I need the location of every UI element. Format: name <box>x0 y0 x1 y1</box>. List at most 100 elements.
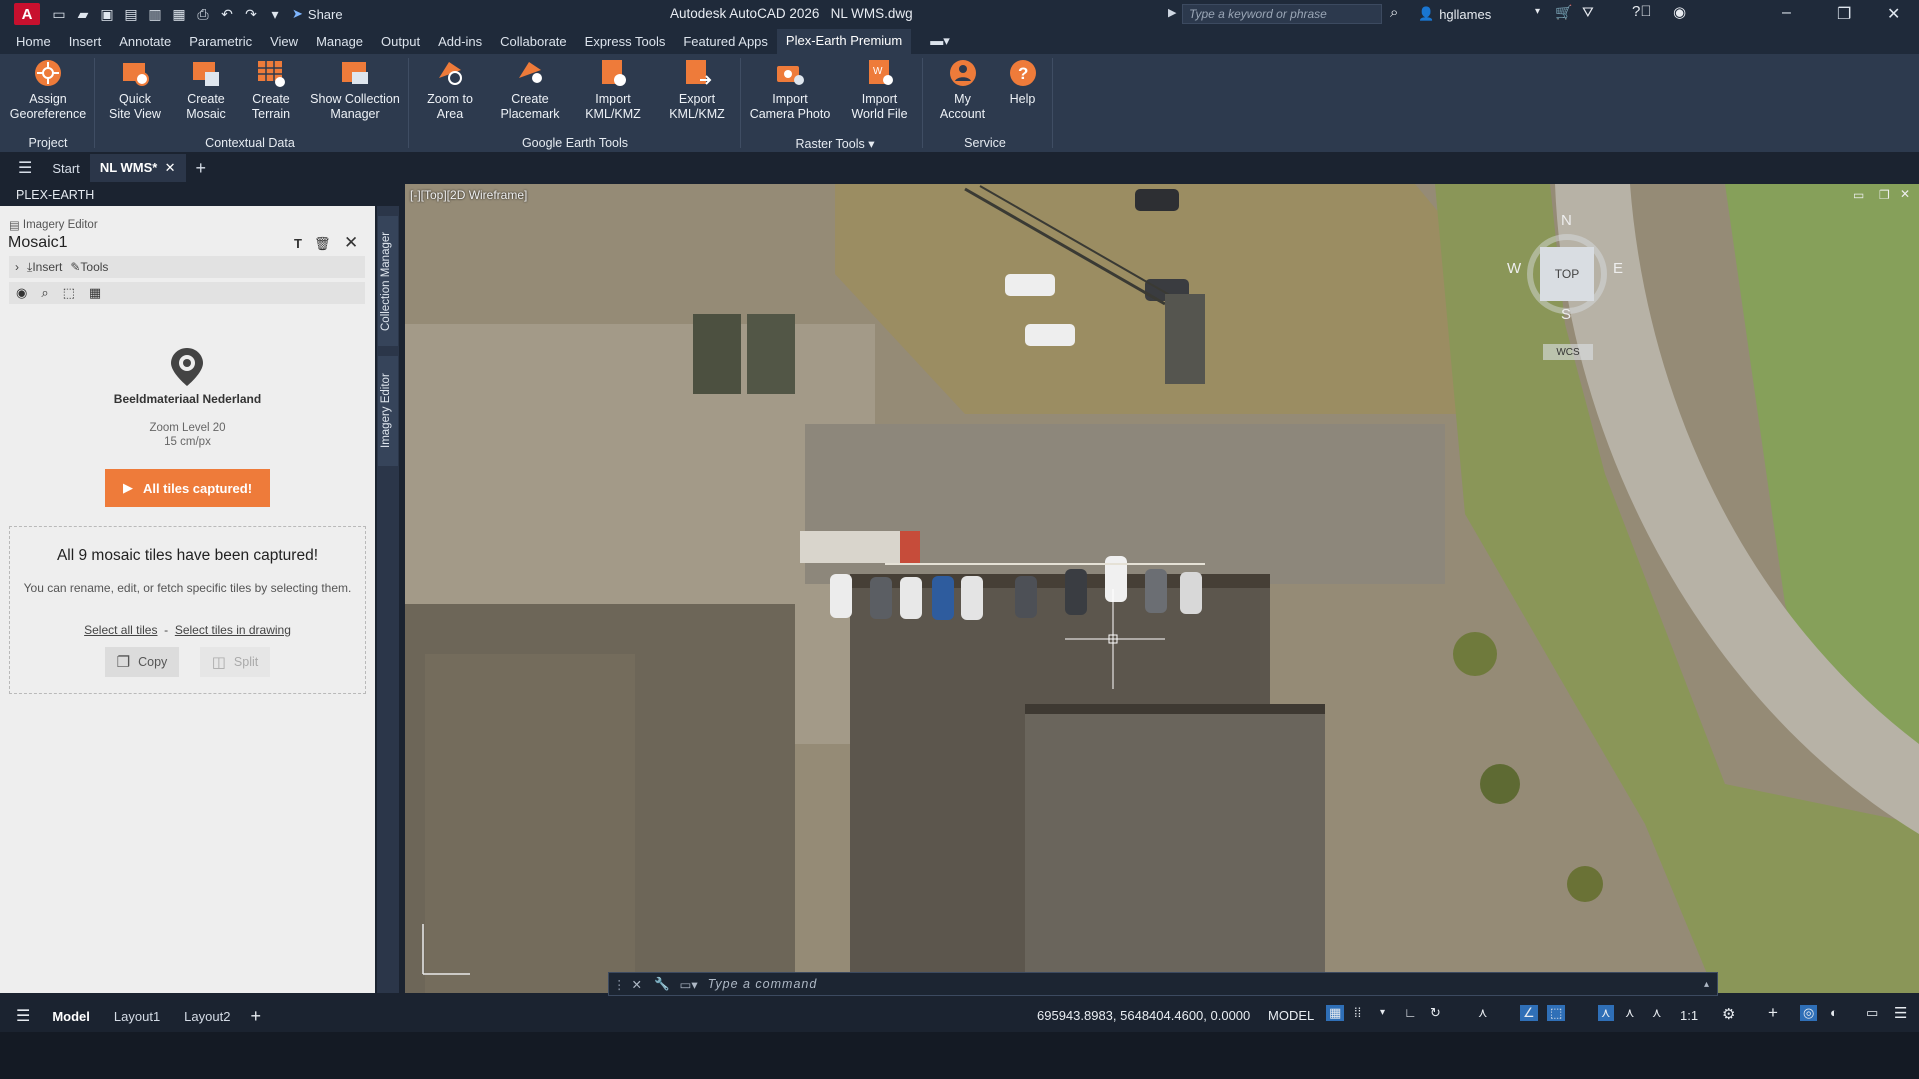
close-tab-icon[interactable]: ✕ <box>165 160 176 175</box>
new-icon[interactable]: ▭ <box>50 5 68 23</box>
tab-layout2[interactable]: Layout2 <box>184 1009 230 1024</box>
ortho-icon[interactable]: ∟ <box>1404 1005 1417 1020</box>
quick-site-view-button[interactable]: Quick Site View <box>100 58 170 122</box>
hamburger-menu-icon[interactable]: ☰ <box>16 1006 30 1026</box>
restore-viewport-icon[interactable]: ❐ <box>1879 188 1890 202</box>
tab-collection-manager[interactable]: Collection Manager <box>378 216 398 346</box>
capture-status-button[interactable]: ▶ All tiles captured! <box>105 469 270 507</box>
search-icon[interactable]: ⌕ <box>1390 4 1398 21</box>
tab-featured-apps[interactable]: Featured Apps <box>674 30 777 53</box>
open-icon[interactable]: ▰ <box>74 5 92 23</box>
plot-icon[interactable]: ⎙ <box>194 5 212 23</box>
select-tiles-icon[interactable]: ⬚ <box>63 285 75 301</box>
tab-model[interactable]: Model <box>52 1009 90 1024</box>
tab-layout1[interactable]: Layout1 <box>114 1009 160 1024</box>
restore-icon[interactable]: ❐ <box>1837 4 1851 24</box>
wrench-icon[interactable]: 🔧 <box>654 977 670 992</box>
eye-icon[interactable]: ◉ <box>16 285 27 301</box>
tab-imagery-editor[interactable]: Imagery Editor <box>378 356 398 466</box>
show-collection-manager-button[interactable]: Show Collection Manager <box>305 58 405 122</box>
import-camera-photo-button[interactable]: Import Camera Photo <box>745 58 835 122</box>
tab-plex-earth-premium[interactable]: Plex-Earth Premium <box>776 28 912 54</box>
annotation-scale-icon[interactable]: ⋏ <box>1652 1005 1662 1021</box>
grid-icon[interactable]: ▦ <box>1326 1005 1345 1021</box>
import-kml-button[interactable]: Import KML/KMZ <box>578 58 648 122</box>
compass-north[interactable]: N <box>1561 212 1572 229</box>
redo-icon[interactable]: ↷ <box>242 5 260 23</box>
tab-home[interactable]: Home <box>7 30 60 53</box>
open-from-web-icon[interactable]: ▦ <box>170 5 188 23</box>
minimize-viewport-icon[interactable]: ▭ <box>1853 188 1864 202</box>
search-input[interactable]: Type a keyword or phrase <box>1182 4 1382 24</box>
gear-icon[interactable]: ⚙ <box>1722 1005 1735 1023</box>
insert-menu[interactable]: ⤓Insert <box>27 260 62 275</box>
close-icon[interactable]: ✕ <box>1887 4 1900 24</box>
close-icon[interactable]: ✕ <box>344 233 358 253</box>
expand-icon[interactable]: › <box>15 260 19 274</box>
save-as-icon[interactable]: ▤ <box>122 5 140 23</box>
compass-south[interactable]: S <box>1561 306 1571 323</box>
my-account-button[interactable]: My Account <box>930 58 995 122</box>
tools-menu[interactable]: ✎Tools <box>70 260 108 274</box>
zoom-to-area-button[interactable]: Zoom to Area <box>415 58 485 122</box>
new-tab-button[interactable]: + <box>186 152 217 185</box>
help-icon[interactable]: ?⃝ <box>1632 3 1652 20</box>
tab-annotate[interactable]: Annotate <box>110 30 180 53</box>
undo-icon[interactable]: ↶ <box>218 5 236 23</box>
chevron-down-icon[interactable]: ▾ <box>1535 6 1540 17</box>
tab-insert[interactable]: Insert <box>60 30 111 53</box>
annotation-visibility-icon[interactable]: ⋏ <box>1598 1005 1614 1021</box>
ribbon-options-icon[interactable]: ▬▾ <box>921 29 959 53</box>
grip-icon[interactable]: ⋮ <box>613 977 626 992</box>
recent-commands-icon[interactable]: ▭▾ <box>680 977 698 992</box>
user-account[interactable]: 👤 hgllames <box>1418 6 1491 22</box>
tab-view[interactable]: View <box>261 30 307 53</box>
osnap-icon[interactable]: ∠ <box>1520 1005 1538 1021</box>
viewcube[interactable]: N S E W TOP WCS <box>1507 212 1627 360</box>
add-layout-button[interactable]: + <box>250 1006 261 1027</box>
select-all-tiles-link[interactable]: Select all tiles <box>84 623 157 637</box>
polar-icon[interactable]: ↻ <box>1430 1005 1441 1021</box>
minimize-icon[interactable]: – <box>1782 4 1791 22</box>
select-tiles-in-drawing-link[interactable]: Select tiles in drawing <box>175 623 291 637</box>
expand-arrow-icon[interactable]: ▶ <box>1168 6 1176 19</box>
tab-nl-wms[interactable]: NL WMS* ✕ <box>89 154 186 182</box>
tab-manage[interactable]: Manage <box>307 30 372 53</box>
object-tracking-icon[interactable]: ⬚ <box>1547 1005 1566 1021</box>
model-space-toggle[interactable]: MODEL <box>1268 1008 1314 1023</box>
learning-icon[interactable]: ⛛ <box>1582 4 1594 21</box>
create-mosaic-button[interactable]: Create Mosaic <box>176 58 236 122</box>
close-viewport-icon[interactable]: ✕ <box>1900 187 1910 201</box>
autoscale-icon[interactable]: ⋏ <box>1625 1005 1635 1021</box>
app-menu-button[interactable]: A <box>14 3 40 25</box>
assign-georeference-button[interactable]: Assign Georeference <box>8 58 88 122</box>
tab-start[interactable]: Start <box>42 155 89 182</box>
command-input[interactable]: Type a command <box>708 977 818 991</box>
tab-output[interactable]: Output <box>372 30 429 53</box>
isolate-objects-icon[interactable]: ◎ <box>1800 1005 1818 1021</box>
compass-west[interactable]: W <box>1507 260 1521 277</box>
trash-icon[interactable]: 🗑 <box>314 236 331 252</box>
close-icon[interactable]: ✕ <box>632 977 642 992</box>
tab-parametric[interactable]: Parametric <box>180 30 261 53</box>
hardware-acceleration-icon[interactable]: ◐ <box>1830 1005 1838 1020</box>
grid-icon[interactable]: ▦ <box>89 285 101 301</box>
add-icon[interactable]: + <box>1768 1003 1778 1023</box>
tab-collaborate[interactable]: Collaborate <box>491 30 576 53</box>
chevron-down-icon[interactable]: ▾ <box>1380 1007 1385 1018</box>
clean-screen-icon[interactable]: ▭ <box>1866 1005 1878 1021</box>
split-button[interactable]: ◫ Split <box>200 647 270 677</box>
chat-icon[interactable]: ◉ <box>1673 3 1686 21</box>
tab-add-ins[interactable]: Add-ins <box>429 30 491 53</box>
viewport-controls-label[interactable]: [-][Top][2D Wireframe] <box>410 188 527 202</box>
mosaic-name[interactable]: Mosaic1 <box>8 234 68 252</box>
hamburger-menu-icon[interactable]: ☰ <box>8 152 42 184</box>
tab-express-tools[interactable]: Express Tools <box>576 30 675 53</box>
cart-icon[interactable]: 🛒 <box>1555 4 1572 21</box>
wcs-menu[interactable]: WCS <box>1543 344 1593 360</box>
customize-icon[interactable]: ☰ <box>1894 1004 1907 1022</box>
import-world-file-button[interactable]: W Import World File <box>842 58 917 122</box>
panel-raster-tools[interactable]: Raster Tools ▾ <box>780 136 890 151</box>
save-to-web-icon[interactable]: ▥ <box>146 5 164 23</box>
viewcube-top-face[interactable]: TOP <box>1540 247 1594 301</box>
